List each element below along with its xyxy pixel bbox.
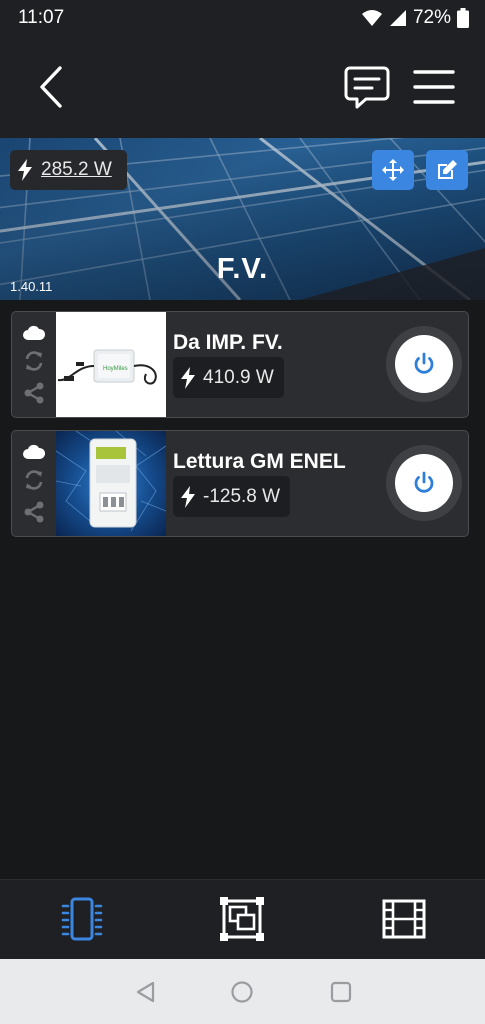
device-power-toggle[interactable]	[386, 445, 462, 521]
scenes-film-icon	[382, 899, 426, 939]
device-image-microinverter: HoyMiles	[56, 312, 166, 417]
total-power-badge[interactable]: 285.2 W	[10, 150, 127, 190]
chevron-left-icon	[40, 66, 62, 108]
square-recents-icon	[330, 981, 352, 1003]
app-header	[0, 36, 485, 138]
battery-percent: 72%	[412, 7, 451, 28]
status-time: 11:07	[18, 7, 65, 28]
battery-icon	[457, 8, 469, 28]
share-icon[interactable]	[23, 382, 45, 404]
circle-home-icon	[231, 981, 253, 1003]
bottom-tab-bar	[0, 879, 485, 959]
rooms-icon	[220, 897, 264, 941]
edit-button[interactable]	[426, 150, 468, 190]
messages-button[interactable]	[342, 62, 392, 112]
power-icon	[414, 471, 434, 493]
app-version: 1.40.11	[10, 279, 53, 294]
device-actions	[12, 312, 56, 417]
triangle-back-icon	[136, 981, 155, 1003]
device-image-energy-meter	[56, 431, 166, 536]
sync-icon[interactable]	[23, 350, 45, 372]
tab-scenes[interactable]	[379, 896, 429, 942]
back-button[interactable]	[30, 62, 74, 112]
sync-icon[interactable]	[23, 469, 45, 491]
edit-icon	[438, 160, 457, 179]
hamburger-menu-icon	[413, 70, 455, 104]
device-power-reading: 410.9 W	[173, 357, 284, 398]
nav-home-button[interactable]	[229, 979, 255, 1005]
device-power-reading: -125.8 W	[173, 476, 291, 517]
power-button-face	[395, 335, 453, 393]
device-name: Lettura GM ENEL	[173, 450, 346, 473]
device-power-toggle[interactable]	[386, 326, 462, 402]
system-nav-bar	[0, 959, 485, 1024]
move-button[interactable]	[372, 150, 414, 190]
wifi-icon	[361, 10, 382, 26]
signal-icon	[389, 10, 406, 26]
tab-devices[interactable]	[57, 896, 107, 942]
cloud-icon[interactable]	[23, 444, 45, 460]
svg-text:HoyMiles: HoyMiles	[103, 366, 128, 372]
message-icon	[344, 66, 390, 109]
total-power-value: 285.2 W	[41, 159, 112, 180]
tab-rooms[interactable]	[217, 896, 267, 942]
move-arrows-icon	[382, 159, 404, 181]
power-icon	[414, 352, 434, 374]
menu-button[interactable]	[412, 66, 456, 108]
device-actions	[12, 431, 56, 536]
status-icons: 72%	[361, 7, 469, 29]
device-name: Da IMP. FV.	[173, 331, 283, 354]
bolt-icon	[181, 485, 195, 508]
bolt-icon	[181, 366, 195, 389]
device-power-value: 410.9 W	[203, 366, 274, 388]
bolt-icon	[18, 159, 32, 181]
device-chip-icon	[61, 897, 103, 941]
nav-recents-button[interactable]	[328, 979, 354, 1005]
device-card[interactable]: Lettura GM ENEL -125.8 W	[11, 430, 469, 537]
status-bar: 11:07 72%	[0, 0, 485, 36]
nav-back-button[interactable]	[133, 979, 159, 1005]
device-card[interactable]: HoyMiles Da IMP. FV. 410.9 W	[11, 311, 469, 418]
room-title: F.V.	[216, 253, 269, 285]
cloud-icon[interactable]	[23, 325, 45, 341]
share-icon[interactable]	[23, 501, 45, 523]
device-power-value: -125.8 W	[203, 485, 281, 507]
power-button-face	[395, 454, 453, 512]
